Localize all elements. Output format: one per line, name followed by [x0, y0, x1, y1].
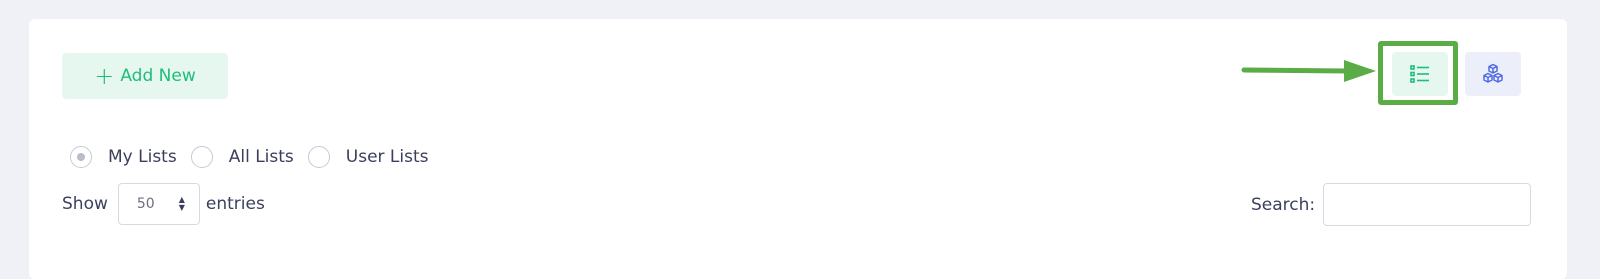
radio-label-my-lists: My Lists	[108, 147, 177, 167]
add-new-label: Add New	[120, 66, 196, 86]
radio-label-user-lists: User Lists	[345, 147, 429, 167]
radio-label-all-lists: All Lists	[228, 147, 294, 167]
add-new-button[interactable]: + Add New	[62, 53, 228, 99]
entries-label: entries	[205, 194, 265, 214]
list-icon	[1410, 65, 1429, 83]
search-control: Search:	[1251, 183, 1532, 226]
entries-select[interactable]: 50 ▲ ▼	[117, 183, 200, 225]
list-view-button[interactable]	[1392, 52, 1448, 96]
radio-my-lists[interactable]	[70, 146, 92, 168]
entries-value: 50	[136, 196, 155, 212]
show-label: Show	[62, 194, 108, 214]
sort-arrows-icon: ▲ ▼	[178, 195, 185, 212]
grid-view-button[interactable]	[1465, 52, 1521, 96]
radio-user-lists[interactable]	[307, 146, 330, 168]
list-filter-radios: My Lists All Lists User Lists	[70, 144, 443, 170]
annotation-arrow	[1241, 60, 1376, 82]
radio-all-lists[interactable]	[190, 146, 213, 168]
entries-control: Show 50 ▲ ▼ entries	[62, 183, 265, 225]
search-input[interactable]	[1323, 183, 1532, 226]
plus-icon: +	[94, 62, 115, 90]
cubes-icon	[1483, 63, 1503, 83]
search-label: Search:	[1251, 194, 1316, 215]
